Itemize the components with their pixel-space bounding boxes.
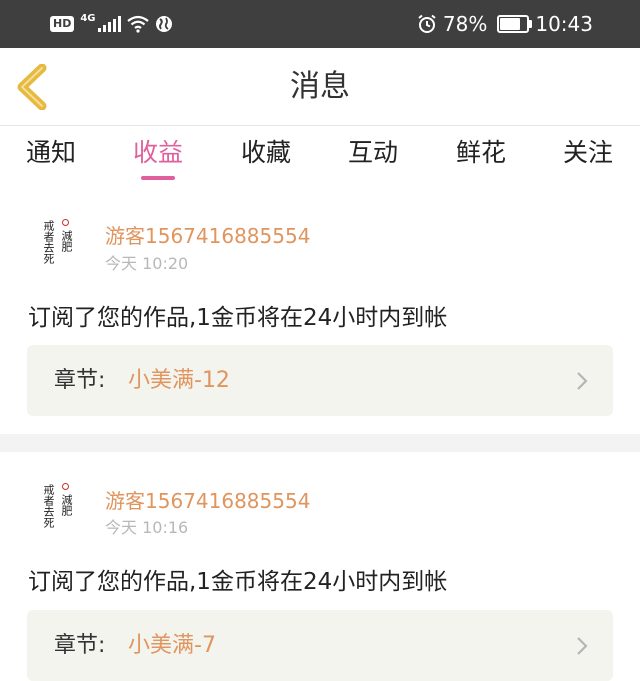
avatar[interactable]: 戒者去死 減肥 bbox=[28, 214, 88, 274]
battery-icon bbox=[497, 15, 533, 33]
clock-time: 10:43 bbox=[535, 12, 593, 36]
chevron-left-icon bbox=[17, 63, 47, 111]
tab-notification[interactable]: 通知 bbox=[26, 126, 76, 184]
page-title: 消息 bbox=[290, 69, 350, 104]
avatar-text-side: 減肥 bbox=[60, 230, 73, 252]
back-button[interactable] bbox=[14, 63, 54, 111]
avatar[interactable]: 戒者去死 減肥 bbox=[28, 478, 88, 538]
chapter-label: 章节: bbox=[54, 633, 106, 658]
avatar-text-main: 戒者去死 bbox=[42, 220, 55, 264]
message-card: 戒者去死 減肥 游客1567416885554 今天 10:20 订阅了您的作品… bbox=[0, 190, 640, 434]
status-bar-right: 78% 10:43 bbox=[417, 10, 593, 38]
message-text: 订阅了您的作品,1金币将在24小时内到帐 bbox=[28, 305, 448, 331]
card-separator bbox=[0, 434, 640, 452]
chapter-name: 小美满-7 bbox=[128, 633, 216, 658]
nav-header: 消息 bbox=[0, 48, 640, 125]
avatar-text-side: 減肥 bbox=[60, 494, 73, 516]
chapter-link[interactable]: 章节: 小美满-7 bbox=[27, 610, 613, 681]
avatar-seal-dot bbox=[62, 219, 69, 226]
message-time: 今天 10:16 bbox=[105, 518, 189, 537]
tab-favorites[interactable]: 收藏 bbox=[241, 126, 291, 184]
network-type: 4G bbox=[80, 12, 96, 24]
globe-icon bbox=[155, 16, 172, 32]
tab-flowers[interactable]: 鲜花 bbox=[456, 126, 506, 184]
tab-interaction[interactable]: 互动 bbox=[348, 126, 398, 184]
status-bar-left: HD 4G bbox=[50, 12, 173, 36]
chapter-link[interactable]: 章节: 小美满-12 bbox=[27, 345, 613, 416]
avatar-seal-dot bbox=[62, 483, 69, 490]
message-text: 订阅了您的作品,1金币将在24小时内到帐 bbox=[28, 569, 448, 595]
tab-bar: 通知 收益 收藏 互动 鲜花 关注 bbox=[0, 126, 640, 184]
avatar-text-main: 戒者去死 bbox=[42, 484, 55, 528]
chevron-right-icon bbox=[577, 637, 588, 655]
username[interactable]: 游客1567416885554 bbox=[105, 485, 310, 514]
hd-badge: HD bbox=[50, 16, 75, 32]
wifi-icon bbox=[126, 15, 149, 33]
battery-percent: 78% bbox=[442, 12, 488, 36]
alarm-icon bbox=[418, 14, 436, 33]
active-tab-indicator bbox=[141, 176, 175, 180]
message-card: 戒者去死 減肥 游客1567416885554 今天 10:16 订阅了您的作品… bbox=[0, 452, 640, 681]
signal-icon bbox=[97, 16, 121, 32]
message-time: 今天 10:20 bbox=[105, 254, 189, 273]
status-bar: HD 4G 78% 10:43 bbox=[0, 0, 640, 48]
chapter-name: 小美满-12 bbox=[128, 368, 230, 393]
username[interactable]: 游客1567416885554 bbox=[105, 220, 310, 249]
tab-follow[interactable]: 关注 bbox=[563, 126, 613, 184]
chevron-right-icon bbox=[577, 372, 588, 390]
chapter-label: 章节: bbox=[54, 368, 106, 393]
